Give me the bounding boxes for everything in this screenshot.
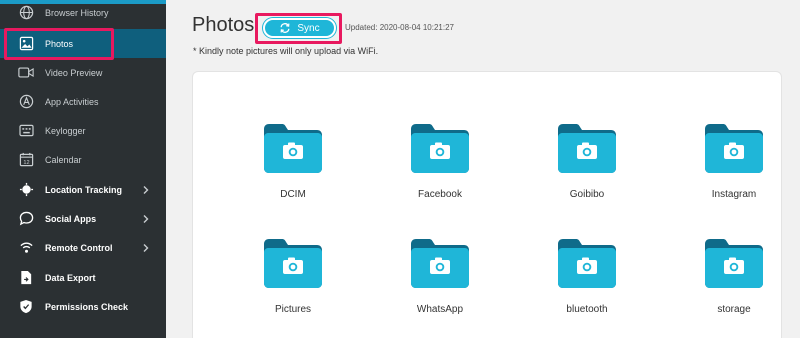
sync-icon xyxy=(280,23,290,33)
folders-card: DCIM Facebook Goibibo Instagram Pictures… xyxy=(192,71,782,338)
folder-item-bluetooth[interactable]: bluetooth xyxy=(542,238,632,328)
sidebar-item-label: Location Tracking xyxy=(45,184,123,195)
sidebar-item-remote-control[interactable]: Remote Control xyxy=(0,233,166,262)
video-icon xyxy=(17,64,35,82)
folder-name: storage xyxy=(717,304,751,315)
sidebar-item-label: Keylogger xyxy=(45,125,86,136)
app-icon xyxy=(17,93,35,111)
sidebar-item-label: Calendar xyxy=(45,154,82,165)
page-title: Photos xyxy=(192,14,255,36)
folder-camera-icon xyxy=(705,124,763,173)
folder-camera-icon xyxy=(411,239,469,288)
sidebar-item-browser-history[interactable]: Browser History xyxy=(0,0,166,27)
chevron-right-icon xyxy=(143,185,149,194)
sidebar-item-label: App Activities xyxy=(45,96,99,107)
folder-name: WhatsApp xyxy=(416,304,464,315)
sidebar-item-calendar[interactable]: 12 Calendar xyxy=(0,145,166,174)
folder-item-pictures[interactable]: Pictures xyxy=(248,238,338,328)
folder-item-storage[interactable]: storage xyxy=(689,238,779,328)
sidebar-item-app-activities[interactable]: App Activities xyxy=(0,87,166,116)
folder-name: Goibibo xyxy=(569,189,605,200)
shield-icon xyxy=(17,298,35,316)
sidebar: Browser History Photos Video Preview App… xyxy=(0,0,166,338)
sync-button[interactable]: Sync xyxy=(263,18,336,38)
sidebar-item-social-apps[interactable]: Social Apps xyxy=(0,204,166,233)
export-icon xyxy=(17,269,35,287)
folder-item-whatsapp[interactable]: WhatsApp xyxy=(395,238,485,328)
sidebar-item-location-tracking[interactable]: Location Tracking xyxy=(0,175,166,204)
folder-item-dcim[interactable]: DCIM xyxy=(248,123,338,213)
calendar-icon: 12 xyxy=(17,151,35,169)
folder-camera-icon xyxy=(264,239,322,288)
folder-camera-icon xyxy=(558,239,616,288)
sidebar-item-label: Permissions Check xyxy=(45,301,129,312)
sidebar-item-label: Data Export xyxy=(45,272,96,283)
sidebar-item-label: Browser History xyxy=(45,7,109,18)
sidebar-item-video-preview[interactable]: Video Preview xyxy=(0,58,166,87)
folder-name: DCIM xyxy=(280,189,306,200)
folder-item-facebook[interactable]: Facebook xyxy=(395,123,485,213)
location-icon xyxy=(17,181,35,199)
sync-button-label: Sync xyxy=(297,22,320,34)
remote-icon xyxy=(17,239,35,257)
folder-item-instagram[interactable]: Instagram xyxy=(689,123,779,213)
chat-icon xyxy=(17,210,35,228)
sidebar-item-label: Remote Control xyxy=(45,242,113,253)
folder-item-goibibo[interactable]: Goibibo xyxy=(542,123,632,213)
folder-name: Instagram xyxy=(711,189,757,200)
folder-camera-icon xyxy=(411,124,469,173)
keyboard-icon xyxy=(17,122,35,140)
folder-camera-icon xyxy=(264,124,322,173)
chevron-right-icon xyxy=(143,243,149,252)
sidebar-item-data-export[interactable]: Data Export xyxy=(0,263,166,292)
sidebar-item-label: Social Apps xyxy=(45,213,97,224)
globe-icon xyxy=(17,4,35,22)
folder-name: Facebook xyxy=(418,189,462,200)
sidebar-item-permissions-check[interactable]: Permissions Check xyxy=(0,292,166,321)
sidebar-item-keylogger[interactable]: Keylogger xyxy=(0,116,166,145)
photos-highlight-box xyxy=(4,28,114,60)
wifi-note: * Kindly note pictures will only upload … xyxy=(193,46,379,56)
chevron-right-icon xyxy=(143,214,149,223)
folder-camera-icon xyxy=(705,239,763,288)
folder-name: bluetooth xyxy=(566,304,608,315)
last-updated-text: Updated: 2020-08-04 10:21:27 xyxy=(345,23,454,32)
folder-camera-icon xyxy=(558,124,616,173)
sidebar-item-label: Video Preview xyxy=(45,67,103,78)
folder-name: Pictures xyxy=(274,304,312,315)
svg-text:12: 12 xyxy=(23,160,29,166)
